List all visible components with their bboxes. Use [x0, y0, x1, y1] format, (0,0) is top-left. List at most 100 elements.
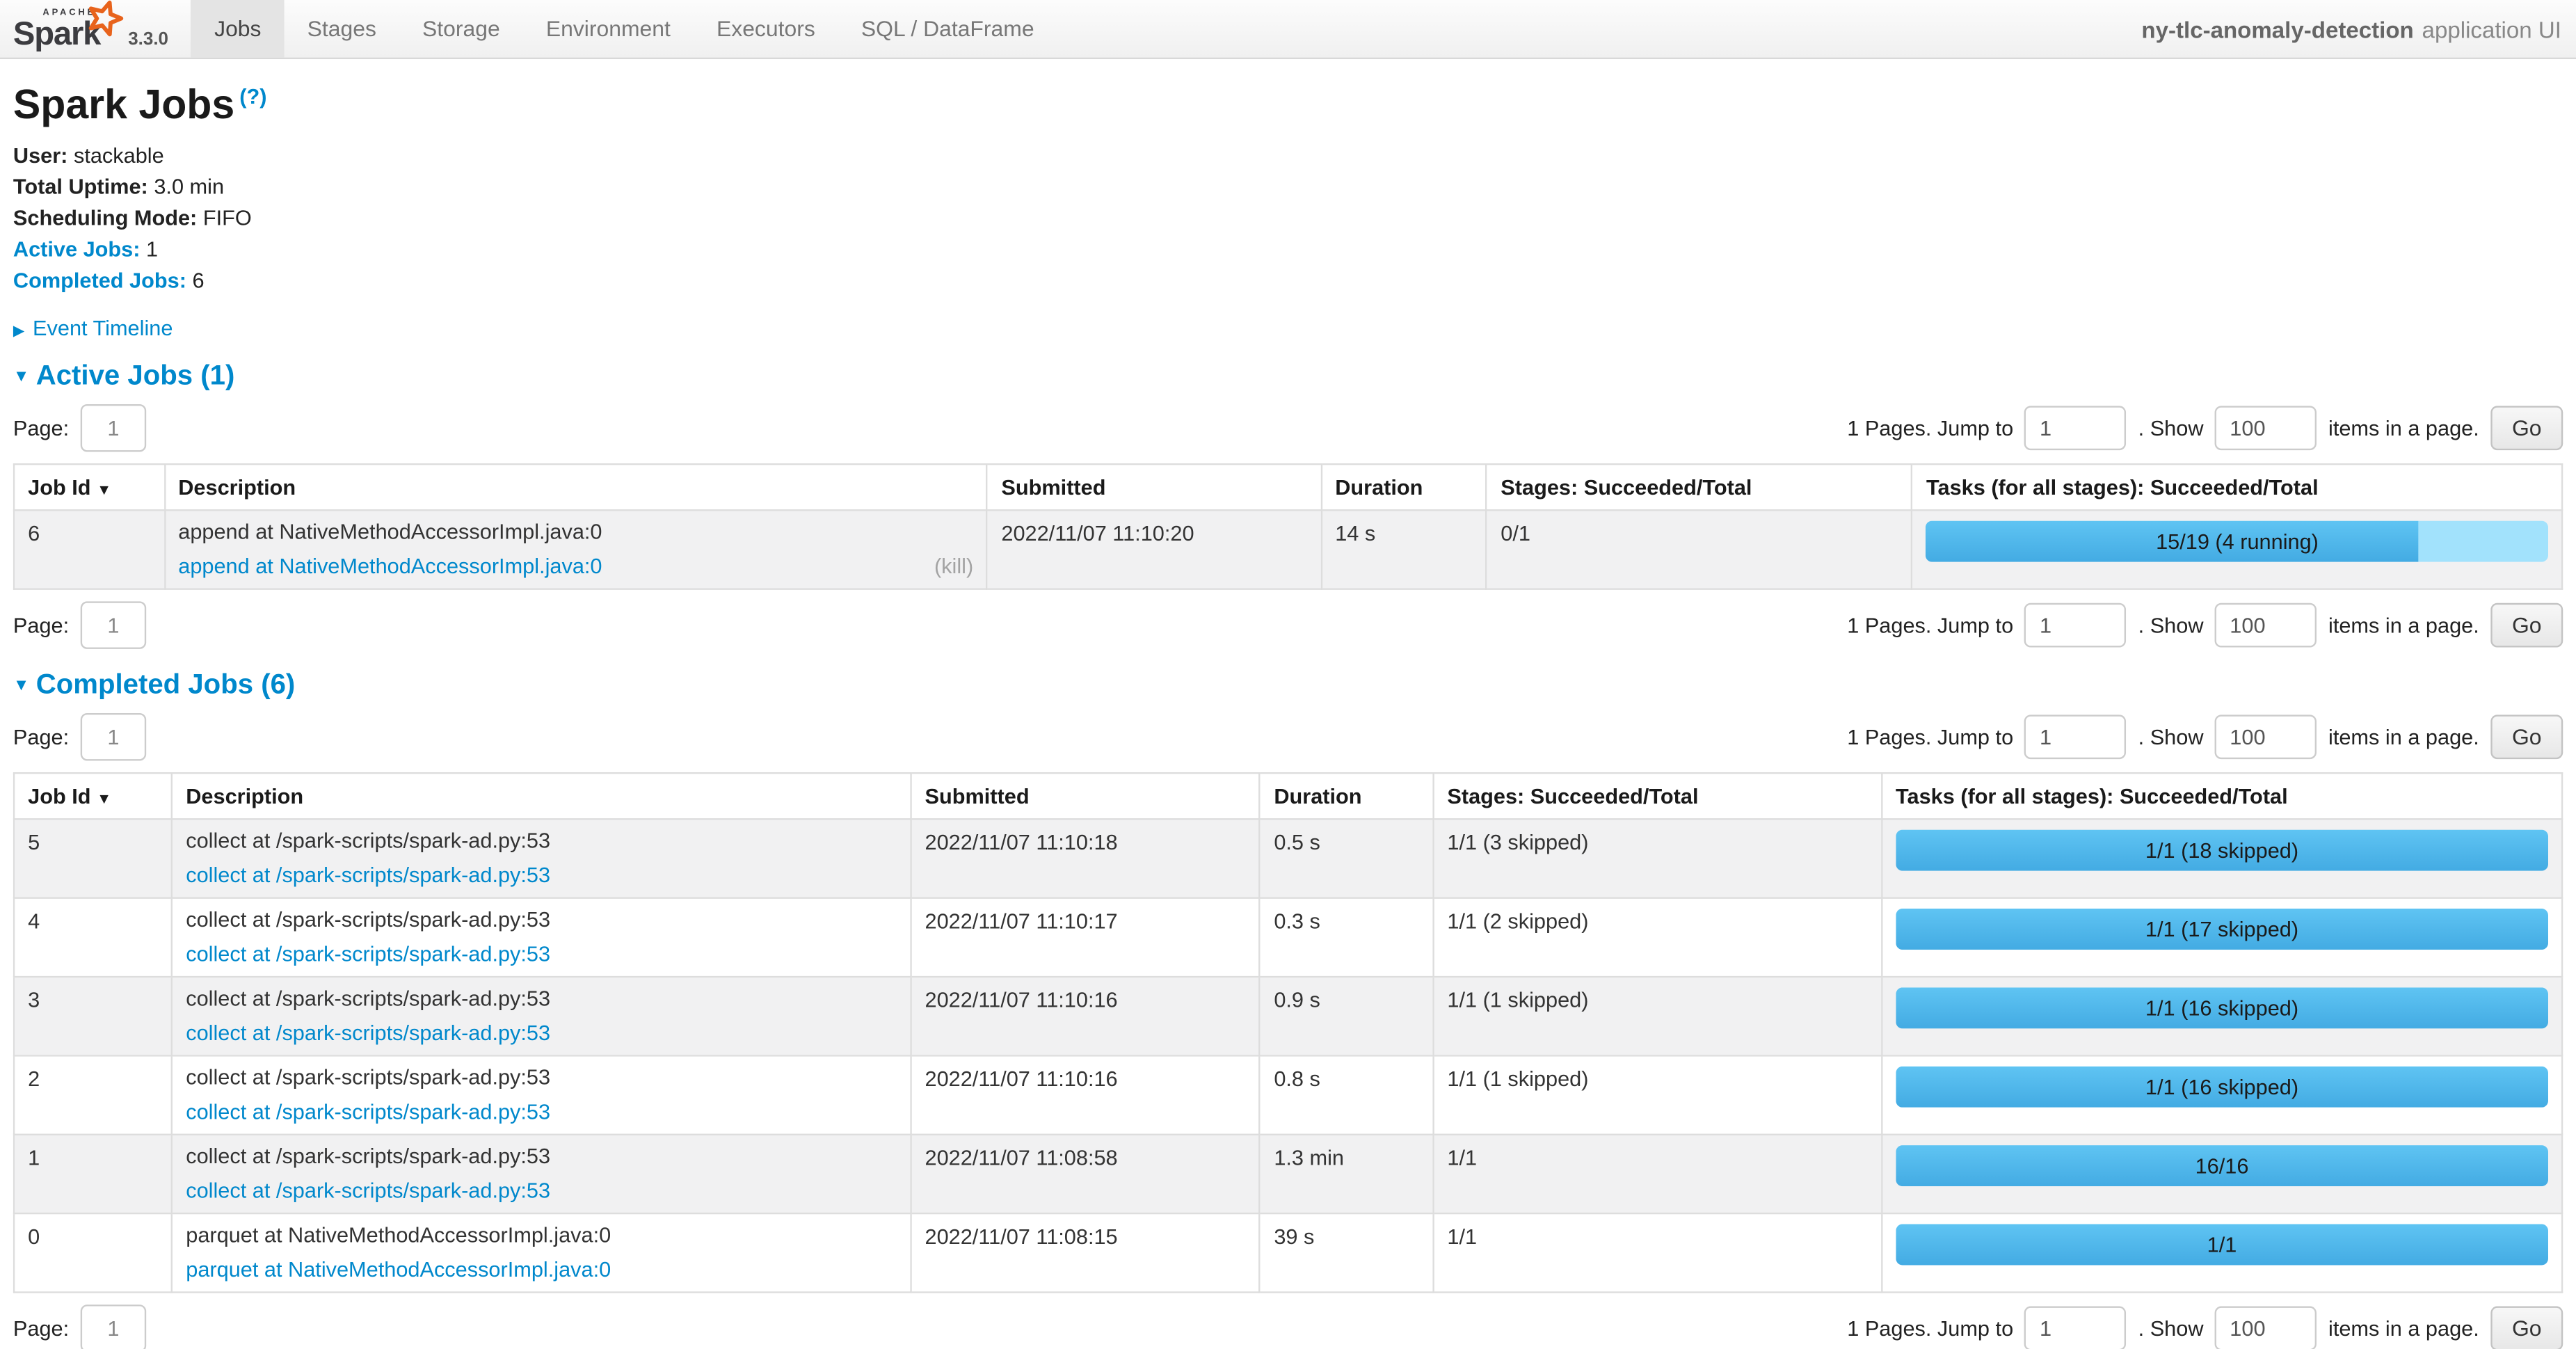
scheduling-mode-value: FIFO	[203, 205, 252, 230]
job-duration-cell: 14 s	[1321, 510, 1487, 589]
spark-logo: APACHE Spark	[13, 3, 118, 54]
items-per-page-input[interactable]	[2215, 715, 2317, 759]
tab-stages[interactable]: Stages	[285, 0, 399, 58]
column-header-job-id[interactable]: Job Id ▼	[14, 464, 164, 510]
job-description-link[interactable]: collect at /spark-scripts/spark-ad.py:53	[186, 864, 550, 887]
job-tasks-cell: 1/1 (18 skipped)	[1882, 819, 2562, 897]
job-submitted-cell: 2022/11/07 11:10:17	[911, 898, 1260, 977]
column-header-stages[interactable]: Stages: Succeeded/Total	[1487, 464, 1912, 510]
job-duration-cell: 1.3 min	[1260, 1135, 1433, 1213]
completed-jobs-table: Job Id ▼ Description Submitted Duration …	[13, 772, 2563, 1293]
items-text: items in a page.	[2328, 416, 2479, 440]
go-button[interactable]: Go	[2490, 715, 2563, 759]
completed-jobs-value: 6	[193, 268, 205, 292]
tasks-progress-bar: 1/1 (16 skipped)	[1896, 1067, 2548, 1108]
go-button[interactable]: Go	[2490, 1307, 2563, 1349]
jump-to-page-input[interactable]	[2025, 715, 2127, 759]
column-header-duration[interactable]: Duration	[1321, 464, 1487, 510]
job-submitted-cell: 2022/11/07 11:10:16	[911, 1055, 1260, 1134]
column-header-description[interactable]: Description	[172, 773, 911, 819]
show-text: . Show	[2138, 613, 2204, 637]
job-id-cell: 6	[14, 510, 164, 589]
column-header-submitted[interactable]: Submitted	[911, 773, 1260, 819]
job-description-text: collect at /spark-scripts/spark-ad.py:53	[186, 987, 897, 1010]
collapsed-arrow-icon: ▶	[13, 322, 24, 339]
job-submitted-cell: 2022/11/07 11:10:18	[911, 819, 1260, 897]
page-number-input[interactable]	[81, 601, 146, 648]
kill-link[interactable]: (kill)	[934, 555, 973, 578]
tasks-progress-bar: 1/1 (16 skipped)	[1896, 987, 2548, 1028]
column-header-submitted[interactable]: Submitted	[987, 464, 1321, 510]
spark-brand[interactable]: APACHE Spark 3.3.0	[0, 0, 175, 58]
job-id-cell: 3	[14, 977, 172, 1055]
column-header-job-id[interactable]: Job Id ▼	[14, 773, 172, 819]
summary-user: User: stackable	[13, 145, 2563, 168]
sort-desc-icon: ▼	[97, 790, 111, 807]
jump-to-page-input[interactable]	[2025, 603, 2127, 648]
column-header-tasks[interactable]: Tasks (for all stages): Succeeded/Total	[1882, 773, 2562, 819]
page-number-input[interactable]	[81, 1304, 146, 1349]
active-jobs-heading[interactable]: ▼Active Jobs (1)	[13, 360, 2563, 392]
completed-jobs-heading-label: Completed Jobs (6)	[36, 669, 296, 700]
show-text: . Show	[2138, 416, 2204, 440]
table-header-row: Job Id ▼ Description Submitted Duration …	[14, 464, 2562, 510]
page-label: Page:	[13, 416, 69, 440]
completed-jobs-heading[interactable]: ▼ Completed Jobs (6)	[13, 669, 2563, 701]
column-header-tasks[interactable]: Tasks (for all stages): Succeeded/Total	[1912, 464, 2562, 510]
job-tasks-cell: 1/1 (16 skipped)	[1882, 1055, 2562, 1134]
go-button[interactable]: Go	[2490, 603, 2563, 648]
job-description-link[interactable]: collect at /spark-scripts/spark-ad.py:53	[186, 1180, 550, 1203]
job-description-cell: append at NativeMethodAccessorImpl.java:…	[164, 510, 987, 589]
job-description-link[interactable]: append at NativeMethodAccessorImpl.java:…	[178, 555, 602, 578]
spark-star-icon	[83, 0, 125, 40]
completed-jobs-link[interactable]: Completed Jobs:	[13, 268, 186, 292]
show-text: . Show	[2138, 1316, 2204, 1341]
items-text: items in a page.	[2328, 1316, 2479, 1341]
tab-sql-dataframe[interactable]: SQL / DataFrame	[838, 0, 1057, 58]
tasks-progress-label: 15/19 (4 running)	[1926, 521, 2548, 562]
tasks-progress-label: 1/1 (16 skipped)	[1896, 987, 2548, 1028]
job-description-link[interactable]: collect at /spark-scripts/spark-ad.py:53	[186, 943, 550, 966]
items-per-page-input[interactable]	[2215, 603, 2317, 648]
page-number-input[interactable]	[81, 404, 146, 452]
show-text: . Show	[2138, 725, 2204, 749]
jump-to-page-input[interactable]	[2025, 1307, 2127, 1349]
job-description-cell: collect at /spark-scripts/spark-ad.py:53…	[172, 819, 911, 897]
page-label: Page:	[13, 613, 69, 637]
active-jobs-link[interactable]: Active Jobs:	[13, 237, 141, 261]
tab-executors[interactable]: Executors	[694, 0, 838, 58]
page-number-input[interactable]	[81, 713, 146, 760]
items-per-page-input[interactable]	[2215, 406, 2317, 450]
tasks-progress-label: 1/1	[1896, 1224, 2548, 1265]
job-description-link[interactable]: parquet at NativeMethodAccessorImpl.java…	[186, 1259, 611, 1282]
active-jobs-heading-label: Active Jobs (1)	[36, 360, 235, 391]
completed-job-row: 0 parquet at NativeMethodAccessorImpl.ja…	[14, 1213, 2562, 1292]
pagination-bar: Page: 1 Pages. Jump to . Show items in a…	[13, 404, 2563, 452]
job-submitted-cell: 2022/11/07 11:10:16	[911, 977, 1260, 1055]
summary-uptime: Total Uptime: 3.0 min	[13, 176, 2563, 199]
completed-job-row: 1 collect at /spark-scripts/spark-ad.py:…	[14, 1135, 2562, 1213]
go-button[interactable]: Go	[2490, 406, 2563, 450]
user-label: User:	[13, 143, 68, 167]
help-link[interactable]: (?)	[239, 83, 266, 108]
tasks-progress-bar: 16/16	[1896, 1145, 2548, 1186]
tab-storage[interactable]: Storage	[399, 0, 523, 58]
job-stages-cell: 1/1 (2 skipped)	[1433, 898, 1882, 977]
job-id-cell: 4	[14, 898, 172, 977]
column-header-stages[interactable]: Stages: Succeeded/Total	[1433, 773, 1882, 819]
tab-jobs[interactable]: Jobs	[191, 0, 285, 58]
job-description-link[interactable]: collect at /spark-scripts/spark-ad.py:53	[186, 1022, 550, 1045]
job-description-link[interactable]: collect at /spark-scripts/spark-ad.py:53	[186, 1101, 550, 1124]
active-jobs-table: Job Id ▼ Description Submitted Duration …	[13, 463, 2563, 590]
column-header-description[interactable]: Description	[164, 464, 987, 510]
event-timeline-toggle[interactable]: ▶Event Timeline	[13, 315, 2563, 340]
job-description-text: collect at /spark-scripts/spark-ad.py:53	[186, 830, 897, 853]
column-header-duration[interactable]: Duration	[1260, 773, 1433, 819]
tab-environment[interactable]: Environment	[523, 0, 694, 58]
spark-ui-page: APACHE Spark 3.3.0 Jobs Stages Storage E…	[0, 0, 2576, 1349]
items-per-page-input[interactable]	[2215, 1307, 2317, 1349]
job-duration-cell: 39 s	[1260, 1213, 1433, 1292]
tasks-progress-label: 1/1 (17 skipped)	[1896, 909, 2548, 950]
jump-to-page-input[interactable]	[2025, 406, 2127, 450]
expanded-arrow-icon: ▼	[13, 677, 29, 695]
